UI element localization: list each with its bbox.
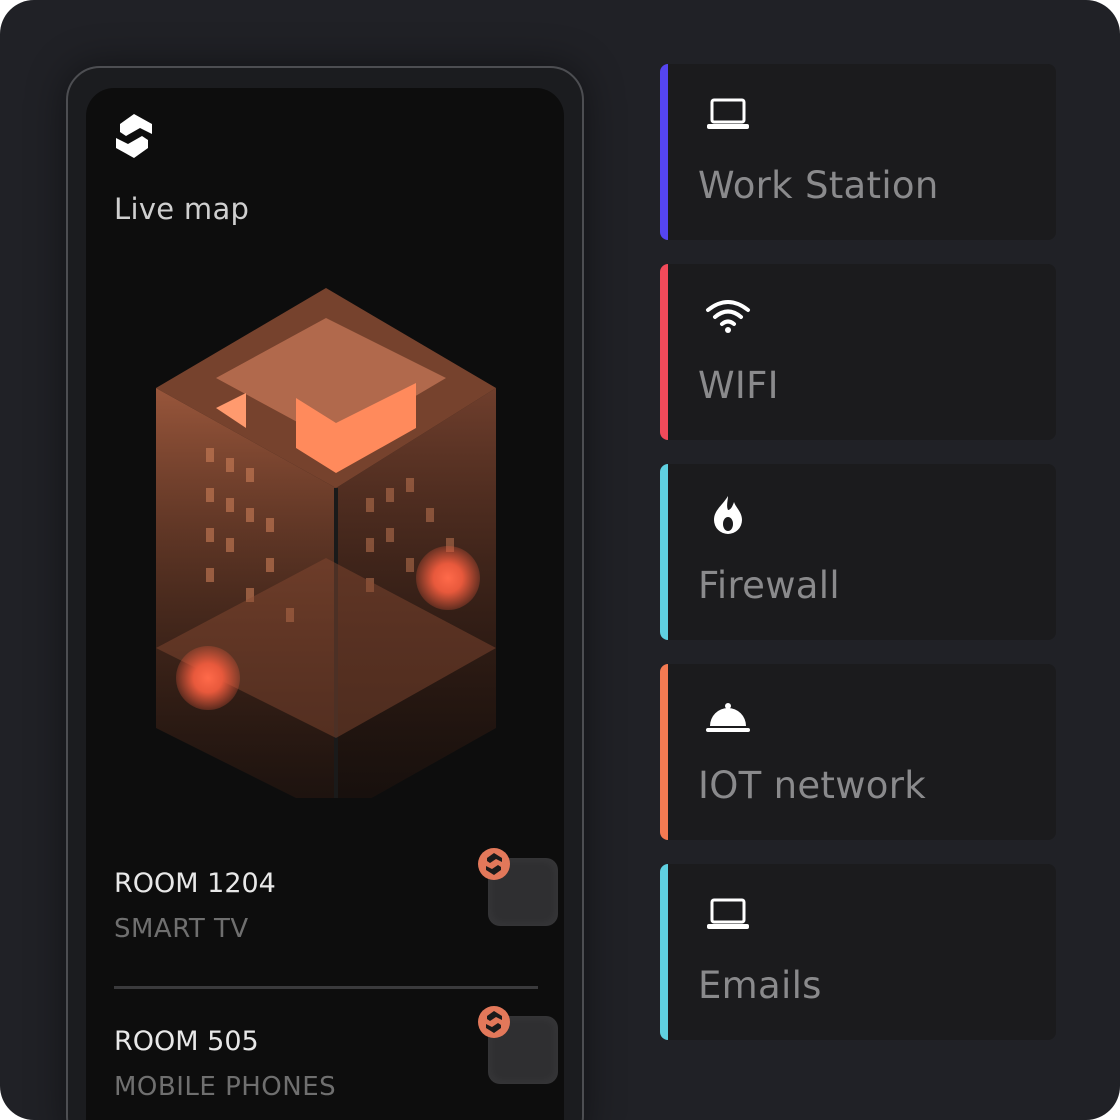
card-label: WIFI <box>698 364 779 407</box>
card-label: Work Station <box>698 164 939 207</box>
live-map-screen: Live map ROOM 1204 SMART TV ROOM 505 MOB… <box>86 88 564 1120</box>
card-accent <box>660 864 668 1040</box>
card-accent <box>660 464 668 640</box>
room-item[interactable]: ROOM 505 MOBILE PHONES <box>114 1006 558 1120</box>
alert-badge-icon <box>478 848 510 880</box>
laptop-icon <box>707 898 749 929</box>
card-label: Firewall <box>698 564 840 607</box>
card-accent <box>660 664 668 840</box>
alert-badge-icon <box>478 1006 510 1038</box>
card-work-station[interactable]: Work Station <box>660 64 1056 240</box>
page-title: Live map <box>114 192 250 226</box>
laptop-icon <box>707 98 749 129</box>
alert-marker-2[interactable] <box>176 646 240 710</box>
card-firewall[interactable]: Firewall <box>660 464 1056 640</box>
room-divider <box>114 986 538 989</box>
card-iot-network[interactable]: IOT network <box>660 664 1056 840</box>
app-frame: Live map ROOM 1204 SMART TV ROOM 505 MOB… <box>0 0 1120 1120</box>
wifi-icon <box>706 300 750 333</box>
card-accent <box>660 264 668 440</box>
room-name: ROOM 505 <box>114 1026 259 1057</box>
room-device: MOBILE PHONES <box>114 1072 337 1102</box>
alert-marker-1[interactable] <box>416 546 480 610</box>
card-accent <box>660 64 668 240</box>
room-device: SMART TV <box>114 914 249 944</box>
card-wifi[interactable]: WIFI <box>660 264 1056 440</box>
flame-icon <box>714 496 742 534</box>
brand-logo-icon <box>116 114 152 158</box>
building-map[interactable] <box>146 278 506 798</box>
room-item[interactable]: ROOM 1204 SMART TV <box>114 848 558 978</box>
card-label: Emails <box>698 964 822 1007</box>
card-label: IOT network <box>698 764 926 807</box>
phone-device: Live map ROOM 1204 SMART TV ROOM 505 MOB… <box>66 66 584 1120</box>
card-emails[interactable]: Emails <box>660 864 1056 1040</box>
service-bell-icon <box>706 703 750 732</box>
room-name: ROOM 1204 <box>114 868 276 899</box>
